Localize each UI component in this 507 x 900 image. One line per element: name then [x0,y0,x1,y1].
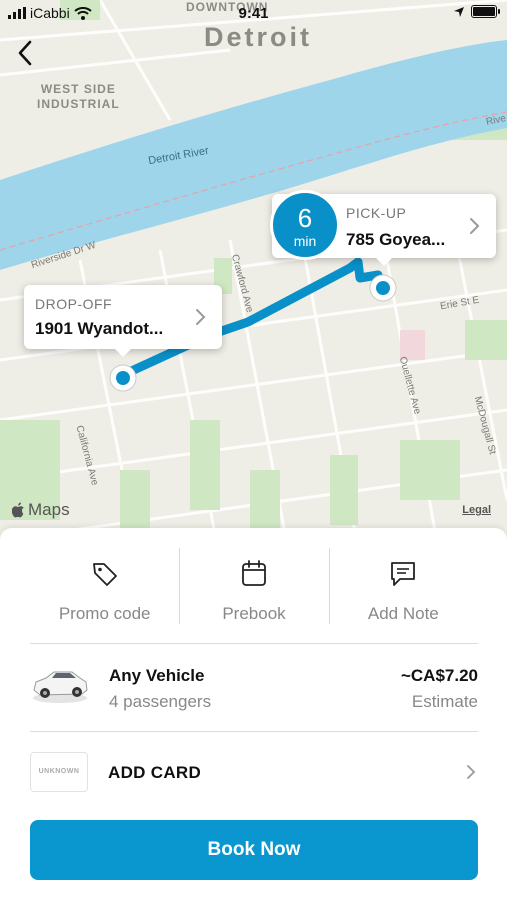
add-note-button[interactable]: Add Note [328,548,478,624]
district-label-text: WEST SIDE INDUSTRIAL [37,82,120,111]
maps-attribution: Maps [12,500,70,520]
car-icon [33,671,88,703]
chevron-right-icon [470,218,480,234]
promo-code-button[interactable]: Promo code [30,548,179,624]
payment-method-row[interactable]: UNKNOWN ADD CARD [30,732,478,812]
tag-icon [92,563,117,586]
add-card-label: ADD CARD [108,763,202,782]
vehicle-selector[interactable]: Any Vehicle 4 passengers ~CA$7.20 Estima… [30,644,478,732]
dropoff-kicker: DROP-OFF [35,296,113,312]
eta-badge: 6 min [270,190,340,260]
book-now-button[interactable]: Book Now [30,820,478,880]
vehicle-capacity: 4 passengers [109,692,212,711]
vehicle-name: Any Vehicle [109,666,205,685]
chevron-left-icon [18,40,32,66]
status-bar: iCabbi 9:41 [0,0,507,28]
fare-estimate-note: Estimate [411,692,478,711]
eta-value: 6 [297,203,313,233]
booking-options: Promo code Prebook Add Note [30,548,478,624]
dropoff-callout[interactable]: DROP-OFF 1901 Wyandot... [24,285,222,357]
calendar-icon [242,560,266,586]
card-thumbnail: UNKNOWN [30,752,88,792]
apple-logo-icon [12,502,24,518]
prebook-button[interactable]: Prebook [179,548,328,624]
fare-estimate: ~CA$7.20 [400,666,478,685]
back-button[interactable] [10,36,40,70]
status-right [453,5,500,18]
pickup-kicker: PICK-UP [346,205,407,221]
chevron-right-icon [196,309,206,325]
pickup-address: 785 Goyea... [346,230,446,249]
legal-link[interactable]: Legal [462,504,491,516]
message-icon [391,562,416,586]
battery-icon [471,5,500,18]
map-view[interactable]: iCabbi 9:41 DOWNTOWN Detroit WEST SIDE I… [0,0,507,560]
dropoff-address: 1901 Wyandot... [35,319,164,338]
status-time: 9:41 [238,5,269,22]
promo-code-label: Promo code [58,604,151,623]
add-note-label: Add Note [367,604,439,623]
maps-attribution-text: Maps [28,500,70,519]
map-label-district: WEST SIDE INDUSTRIAL [37,82,120,112]
prebook-label: Prebook [222,604,286,623]
location-arrow-icon [454,6,464,17]
chevron-right-icon [467,765,476,779]
eta-unit: min [293,233,317,249]
booking-sheet: Promo code Prebook Add Note Any Vehicle … [0,528,507,900]
